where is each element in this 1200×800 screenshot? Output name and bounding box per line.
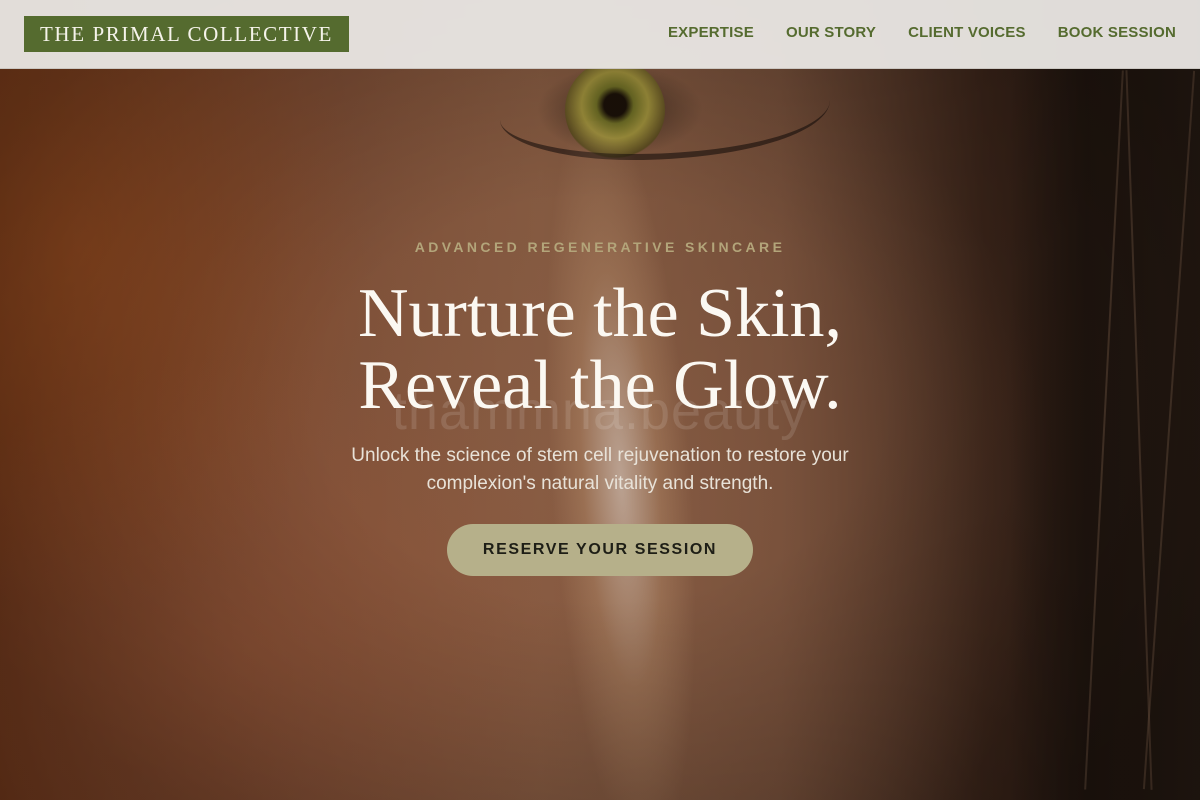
reserve-session-button[interactable]: RESERVE YOUR SESSION	[447, 524, 753, 576]
hero-section: ADVANCED REGENERATIVE SKINCARE thammna.b…	[0, 0, 1200, 800]
subtext-line-2: complexion's natural vitality and streng…	[426, 473, 774, 494]
headline-line-1: Nurture the Skin,	[357, 275, 843, 352]
subtext-line-1: Unlock the science of stem cell rejuvena…	[351, 445, 849, 466]
hero-eyebrow: ADVANCED REGENERATIVE SKINCARE	[414, 239, 786, 255]
headline-line-2: Reveal the Glow.	[358, 347, 842, 424]
hero-subtext: Unlock the science of stem cell rejuvena…	[310, 442, 890, 498]
hero-headline: Nurture the Skin, Reveal the Glow.	[200, 278, 1000, 422]
